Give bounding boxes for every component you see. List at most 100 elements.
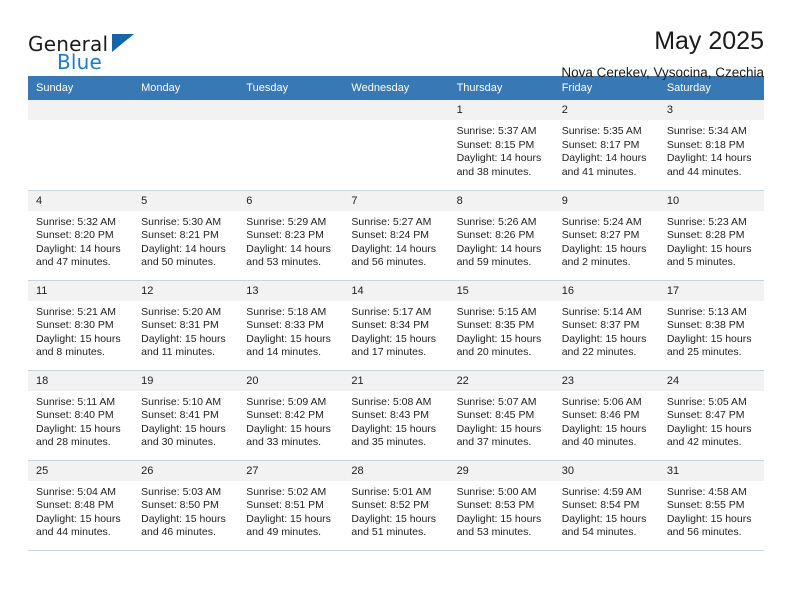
calendar-day-cell[interactable]: 24 Sunrise: 5:05 AM Sunset: 8:47 PM Dayligh…: [658, 370, 764, 461]
daylight-text: Daylight: 15 hours and 30 minutes.: [141, 422, 226, 449]
day-cell-inner: 27 Sunrise: 5:02 AM Sunset: 8:51 PM Dayligh…: [238, 460, 344, 550]
day-cell-inner: 31 Sunrise: 4:58 AM Sunset: 8:55 PM Dayligh…: [658, 460, 764, 550]
day-cell-details: Sunrise: 5:21 AM Sunset: 8:30 PM Daylight:…: [28, 301, 133, 360]
day-number: 5: [133, 190, 239, 211]
page-title: May 2025: [654, 27, 764, 55]
day-cell-inner: 9 Sunrise: 5:24 AM Sunset: 8:27 PM Daylight…: [553, 190, 659, 280]
sunrise-text: Sunrise: 5:34 AM: [666, 125, 747, 137]
calendar-day-cell[interactable]: 19 Sunrise: 5:10 AM Sunset: 8:41 PM Dayligh…: [133, 370, 239, 461]
calendar-day-cell-empty: [238, 100, 344, 191]
sunset-text: Sunset: 8:47 PM: [666, 409, 745, 422]
day-cell-details: Sunrise: 5:20 AM Sunset: 8:31 PM Daylight:…: [133, 301, 238, 360]
day-number: 23: [553, 370, 659, 391]
calendar-day-cell[interactable]: 30 Sunrise: 4:59 AM Sunset: 8:54 PM Dayligh…: [553, 460, 659, 551]
calendar-day-cell[interactable]: 10 Sunrise: 5:23 AM Sunset: 8:28 PM Dayligh…: [658, 190, 764, 281]
sunrise-text: Sunrise: 5:05 AM: [666, 395, 747, 408]
calendar-day-cell[interactable]: 22 Sunrise: 5:07 AM Sunset: 8:45 PM Dayligh…: [448, 370, 554, 461]
day-number: 28: [343, 460, 449, 481]
sunrise-text: Sunrise: 5:35 AM: [561, 125, 642, 137]
calendar-day-cell[interactable]: 26 Sunrise: 5:03 AM Sunset: 8:50 PM Dayligh…: [133, 460, 239, 551]
sunset-text: Sunset: 8:40 PM: [36, 409, 114, 422]
calendar-day-cell[interactable]: 31 Sunrise: 4:58 AM Sunset: 8:55 PM Dayligh…: [658, 460, 764, 551]
day-cell-details: Sunrise: 5:17 AM Sunset: 8:34 PM Daylight:…: [343, 301, 448, 360]
sunrise-text: Sunrise: 5:18 AM: [246, 305, 327, 318]
calendar-day-cell[interactable]: 16 Sunrise: 5:14 AM Sunset: 8:37 PM Dayligh…: [553, 280, 659, 371]
day-cell-inner: 3 Sunrise: 5:34 AM Sunset: 8:18 PM Daylight…: [658, 100, 764, 190]
day-cell-details: Sunrise: 5:18 AM Sunset: 8:33 PM Daylight:…: [238, 301, 343, 360]
day-cell-inner: 2 Sunrise: 5:35 AM Sunset: 8:17 PM Daylight…: [553, 100, 659, 190]
day-number: 2: [553, 100, 659, 120]
sunset-text: Sunset: 8:51 PM: [246, 499, 324, 512]
daylight-text: Daylight: 14 hours and 53 minutes.: [246, 242, 331, 269]
day-cell-inner: 17 Sunrise: 5:13 AM Sunset: 8:38 PM Dayligh…: [658, 280, 764, 370]
calendar-day-cell[interactable]: 1 Sunrise: 5:37 AM Sunset: 8:15 PM Daylight…: [448, 100, 554, 191]
calendar-day-cell[interactable]: 11 Sunrise: 5:21 AM Sunset: 8:30 PM Dayligh…: [28, 280, 134, 371]
day-cell-inner: 16 Sunrise: 5:14 AM Sunset: 8:37 PM Dayligh…: [553, 280, 659, 370]
sunrise-text: Sunrise: 5:27 AM: [351, 215, 432, 228]
sunset-text: Sunset: 8:18 PM: [666, 138, 745, 151]
calendar-day-cell[interactable]: 15 Sunrise: 5:15 AM Sunset: 8:35 PM Dayligh…: [448, 280, 554, 371]
sunset-text: Sunset: 8:24 PM: [351, 229, 430, 242]
day-number: 29: [448, 460, 554, 481]
sunset-text: Sunset: 8:42 PM: [246, 409, 324, 422]
day-cell-inner: [343, 100, 449, 190]
calendar-day-cell[interactable]: 18 Sunrise: 5:11 AM Sunset: 8:40 PM Dayligh…: [28, 370, 134, 461]
daylight-text: Daylight: 15 hours and 37 minutes.: [456, 422, 542, 449]
calendar-day-cell[interactable]: 9 Sunrise: 5:24 AM Sunset: 8:27 PM Daylight…: [553, 190, 659, 281]
general-blue-logo[interactable]: General Blue: [28, 26, 148, 74]
daylight-text: Daylight: 15 hours and 53 minutes.: [456, 512, 542, 539]
daylight-text: Daylight: 15 hours and 44 minutes.: [36, 512, 121, 539]
day-cell-details: Sunrise: 5:30 AM Sunset: 8:21 PM Daylight:…: [133, 211, 238, 270]
calendar-day-cell[interactable]: 12 Sunrise: 5:20 AM Sunset: 8:31 PM Dayligh…: [133, 280, 239, 371]
calendar-day-cell[interactable]: 25 Sunrise: 5:04 AM Sunset: 8:48 PM Dayligh…: [28, 460, 134, 551]
day-number: 30: [553, 460, 659, 481]
calendar-day-cell[interactable]: 14 Sunrise: 5:17 AM Sunset: 8:34 PM Dayligh…: [343, 280, 449, 371]
sunrise-text: Sunrise: 5:13 AM: [666, 305, 747, 318]
sunset-text: Sunset: 8:37 PM: [561, 319, 640, 332]
daylight-text: Daylight: 15 hours and 8 minutes.: [36, 332, 121, 359]
day-number: 24: [658, 370, 764, 391]
day-cell-inner: 18 Sunrise: 5:11 AM Sunset: 8:40 PM Dayligh…: [28, 370, 134, 460]
calendar-day-cell[interactable]: 27 Sunrise: 5:02 AM Sunset: 8:51 PM Dayligh…: [238, 460, 344, 551]
calendar-day-cell[interactable]: 23 Sunrise: 5:06 AM Sunset: 8:46 PM Dayligh…: [553, 370, 659, 461]
day-number: [238, 100, 344, 120]
sunset-text: Sunset: 8:35 PM: [456, 319, 535, 332]
calendar-day-cell[interactable]: 21 Sunrise: 5:08 AM Sunset: 8:43 PM Dayligh…: [343, 370, 449, 461]
day-cell-details: Sunrise: 5:14 AM Sunset: 8:37 PM Daylight:…: [554, 301, 659, 360]
day-number: 20: [238, 370, 344, 391]
calendar-day-cell[interactable]: 2 Sunrise: 5:35 AM Sunset: 8:17 PM Daylight…: [553, 100, 659, 191]
day-cell-inner: [238, 100, 344, 190]
sunrise-text: Sunrise: 5:00 AM: [456, 485, 537, 498]
calendar-day-cell[interactable]: 4 Sunrise: 5:32 AM Sunset: 8:20 PM Daylight…: [28, 190, 134, 281]
calendar-day-cell-empty: [28, 100, 134, 191]
calendar-day-cell-empty: [343, 100, 449, 191]
calendar-day-cell[interactable]: 7 Sunrise: 5:27 AM Sunset: 8:24 PM Daylight…: [343, 190, 449, 281]
calendar-day-cell[interactable]: 28 Sunrise: 5:01 AM Sunset: 8:52 PM Dayligh…: [343, 460, 449, 551]
sunrise-text: Sunrise: 5:26 AM: [456, 215, 537, 228]
calendar-day-cell[interactable]: 6 Sunrise: 5:29 AM Sunset: 8:23 PM Daylight…: [238, 190, 344, 281]
calendar-day-cell[interactable]: 29 Sunrise: 5:00 AM Sunset: 8:53 PM Dayligh…: [448, 460, 554, 551]
calendar-week-row: 25 Sunrise: 5:04 AM Sunset: 8:48 PM Dayligh…: [28, 460, 764, 551]
calendar-day-cell[interactable]: 17 Sunrise: 5:13 AM Sunset: 8:38 PM Dayligh…: [658, 280, 764, 371]
daylight-text: Daylight: 15 hours and 49 minutes.: [246, 512, 331, 539]
daylight-text: Daylight: 15 hours and 17 minutes.: [351, 332, 437, 359]
calendar-day-cell[interactable]: 13 Sunrise: 5:18 AM Sunset: 8:33 PM Dayligh…: [238, 280, 344, 371]
calendar-day-cell[interactable]: 5 Sunrise: 5:30 AM Sunset: 8:21 PM Daylight…: [133, 190, 239, 281]
day-number: 13: [238, 280, 344, 301]
sunset-text: Sunset: 8:53 PM: [456, 499, 535, 512]
sunrise-text: Sunrise: 5:01 AM: [351, 485, 432, 498]
sunset-text: Sunset: 8:50 PM: [141, 499, 219, 512]
title-block: May 2025 Nova Cerekev, Vysocina, Czechia: [148, 26, 764, 83]
daylight-text: Daylight: 15 hours and 20 minutes.: [456, 332, 542, 359]
sunrise-text: Sunrise: 5:03 AM: [141, 485, 222, 498]
day-cell-inner: 19 Sunrise: 5:10 AM Sunset: 8:41 PM Dayligh…: [133, 370, 239, 460]
day-number: 12: [133, 280, 239, 301]
day-cell-inner: 24 Sunrise: 5:05 AM Sunset: 8:47 PM Dayligh…: [658, 370, 764, 460]
calendar-day-cell[interactable]: 20 Sunrise: 5:09 AM Sunset: 8:42 PM Dayligh…: [238, 370, 344, 461]
daylight-text: Daylight: 14 hours and 50 minutes.: [141, 242, 226, 269]
daylight-text: Daylight: 15 hours and 46 minutes.: [141, 512, 226, 539]
calendar-day-cell[interactable]: 8 Sunrise: 5:26 AM Sunset: 8:26 PM Daylight…: [448, 190, 554, 281]
daylight-text: Daylight: 15 hours and 11 minutes.: [141, 332, 226, 359]
calendar-day-cell[interactable]: 3 Sunrise: 5:34 AM Sunset: 8:18 PM Daylight…: [658, 100, 764, 191]
sunset-text: Sunset: 8:54 PM: [561, 499, 640, 512]
